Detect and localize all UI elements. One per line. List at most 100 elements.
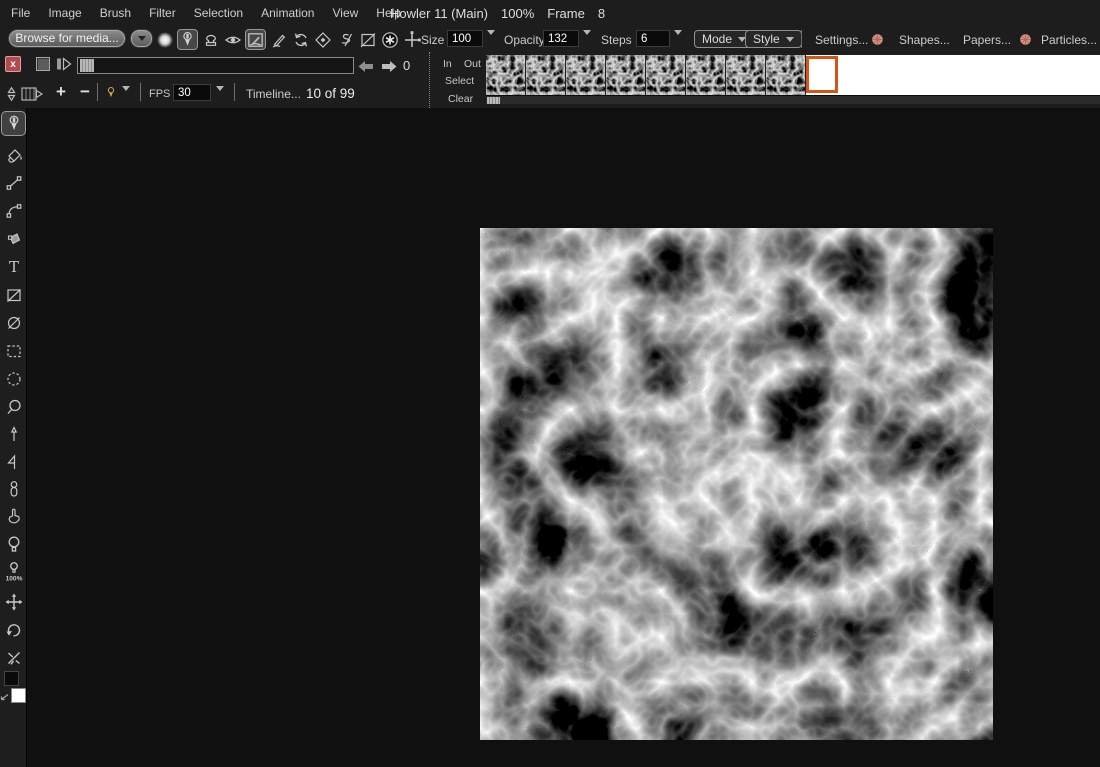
frame-thumbnail[interactable] bbox=[526, 55, 566, 95]
toolbar-divider bbox=[97, 83, 98, 101]
select-button[interactable]: Select bbox=[445, 75, 474, 87]
settings-button[interactable]: Settings... bbox=[815, 33, 868, 47]
papers-button[interactable]: Papers... bbox=[963, 33, 1011, 47]
remove-frame-button[interactable]: − bbox=[76, 81, 94, 103]
filmstrip-advance-icon[interactable] bbox=[21, 86, 44, 102]
tool-curve[interactable] bbox=[1, 198, 26, 223]
tool-undo[interactable] bbox=[1, 617, 26, 642]
menu-filter[interactable]: Filter bbox=[140, 6, 185, 20]
signature-scribble-button[interactable] bbox=[335, 29, 356, 50]
slash-box-button[interactable] bbox=[357, 29, 378, 50]
menu-brush[interactable]: Brush bbox=[91, 6, 140, 20]
browse-media-dropdown[interactable] bbox=[130, 29, 153, 48]
tool-zoom-100[interactable]: 100% bbox=[1, 559, 26, 584]
style-label: Style bbox=[753, 32, 780, 46]
browse-media-button[interactable]: Browse for media... bbox=[8, 29, 126, 48]
clone-stamp-button[interactable] bbox=[200, 29, 221, 50]
previous-frame-arrow-icon[interactable] bbox=[357, 60, 374, 73]
sort-updown-icon[interactable] bbox=[4, 85, 19, 103]
frame-seek-slider[interactable] bbox=[77, 57, 354, 74]
light-bulb-icon[interactable] bbox=[104, 84, 118, 102]
svg-text:T: T bbox=[8, 258, 18, 276]
bulb-dropdown[interactable] bbox=[122, 91, 130, 109]
size-dropdown[interactable] bbox=[487, 35, 495, 53]
close-timeline-button[interactable]: x bbox=[5, 56, 21, 72]
in-button[interactable]: In bbox=[443, 58, 452, 70]
frame-thumbnail[interactable] bbox=[606, 55, 646, 95]
tool-move[interactable] bbox=[1, 589, 26, 614]
style-dropdown-button[interactable]: Style bbox=[745, 30, 802, 48]
tool-brush-bulb[interactable] bbox=[1, 111, 26, 136]
tool-transform[interactable] bbox=[1, 226, 26, 251]
tool-ellipse-select[interactable] bbox=[1, 366, 26, 391]
filmstrip-scrollbar-thumb[interactable] bbox=[487, 97, 500, 104]
opacity-input[interactable] bbox=[543, 30, 579, 47]
stop-button[interactable] bbox=[36, 57, 50, 71]
frame-thumbnail[interactable] bbox=[726, 55, 766, 95]
eye-toggle-button[interactable] bbox=[222, 29, 243, 50]
steps-dropdown[interactable] bbox=[674, 35, 682, 53]
size-input[interactable] bbox=[447, 30, 483, 47]
tool-capsule-brush[interactable] bbox=[1, 476, 26, 501]
timeline-controls-bar: + − FPS Timeline... 10 of 99 bbox=[0, 80, 429, 108]
paint-canvas-image[interactable] bbox=[480, 228, 993, 740]
menu-view[interactable]: View bbox=[323, 6, 367, 20]
tool-lens[interactable] bbox=[1, 531, 26, 556]
shapes-button[interactable]: Shapes... bbox=[899, 33, 950, 47]
tool-line[interactable] bbox=[1, 170, 26, 195]
next-frame-arrow-icon[interactable] bbox=[381, 60, 398, 73]
tool-text[interactable]: T bbox=[1, 254, 26, 279]
tool-pick-up[interactable] bbox=[1, 421, 26, 446]
particles-button[interactable]: Particles... bbox=[1041, 33, 1097, 47]
navigate-diamond-button[interactable] bbox=[312, 29, 333, 50]
tool-scatter[interactable] bbox=[1, 645, 26, 670]
background-color-swatch[interactable] bbox=[11, 688, 26, 703]
ellipse-selection-icon bbox=[4, 369, 24, 389]
frame-thumbnail[interactable] bbox=[686, 55, 726, 95]
swap-colors-icon[interactable] bbox=[0, 692, 10, 702]
align-crosshair-button[interactable] bbox=[401, 29, 422, 50]
step-play-icon[interactable] bbox=[56, 57, 74, 72]
draw-mode-button[interactable] bbox=[245, 29, 266, 50]
tool-rect-select[interactable] bbox=[1, 338, 26, 363]
tool-ellipse-slash[interactable] bbox=[1, 310, 26, 335]
foreground-color-swatch[interactable] bbox=[4, 671, 19, 686]
out-button[interactable]: Out bbox=[464, 58, 481, 70]
timeline-button[interactable]: Timeline... bbox=[246, 87, 301, 101]
frame-thumbnail[interactable] bbox=[646, 55, 686, 95]
menu-animation[interactable]: Animation bbox=[252, 6, 323, 20]
menu-selection[interactable]: Selection bbox=[185, 6, 252, 20]
selected-frame-thumbnail[interactable] bbox=[806, 56, 838, 93]
eye-icon bbox=[223, 30, 243, 50]
particle-burst-icon[interactable] bbox=[871, 33, 884, 46]
menu-file[interactable]: File bbox=[2, 6, 39, 20]
move-cross-icon bbox=[4, 592, 24, 612]
timeline-filmstrip[interactable] bbox=[486, 55, 1100, 95]
stamp-icon bbox=[201, 30, 221, 50]
steps-input[interactable] bbox=[636, 30, 670, 47]
canvas-workspace[interactable] bbox=[28, 108, 1100, 767]
frame-thumbnail[interactable] bbox=[486, 55, 526, 95]
brush-preview-button[interactable] bbox=[154, 29, 175, 50]
menu-image[interactable]: Image bbox=[39, 6, 90, 20]
chevron-down-icon bbox=[138, 36, 146, 41]
pencil-tool-button[interactable] bbox=[268, 29, 289, 50]
add-frame-button[interactable]: + bbox=[52, 81, 70, 103]
asterisk-button[interactable] bbox=[379, 29, 400, 50]
filmstrip-scrollbar[interactable] bbox=[486, 95, 1100, 104]
tool-flag-cursor[interactable] bbox=[1, 449, 26, 474]
frame-thumbnail[interactable] bbox=[566, 55, 606, 95]
tool-pan-hand[interactable] bbox=[1, 503, 26, 528]
seek-slider-thumb[interactable] bbox=[80, 59, 94, 72]
tool-fill[interactable] bbox=[1, 142, 26, 167]
brush-bulb-tool-button[interactable] bbox=[177, 29, 198, 50]
fps-input[interactable] bbox=[173, 84, 211, 101]
fps-dropdown[interactable] bbox=[216, 91, 224, 109]
tool-zoom[interactable] bbox=[1, 394, 26, 419]
particle-burst-icon[interactable] bbox=[1019, 33, 1032, 46]
clear-button[interactable]: Clear bbox=[448, 93, 473, 105]
opacity-dropdown[interactable] bbox=[583, 35, 591, 53]
refresh-brush-button[interactable] bbox=[290, 29, 311, 50]
frame-thumbnail[interactable] bbox=[766, 55, 806, 95]
tool-crop[interactable] bbox=[1, 282, 26, 307]
